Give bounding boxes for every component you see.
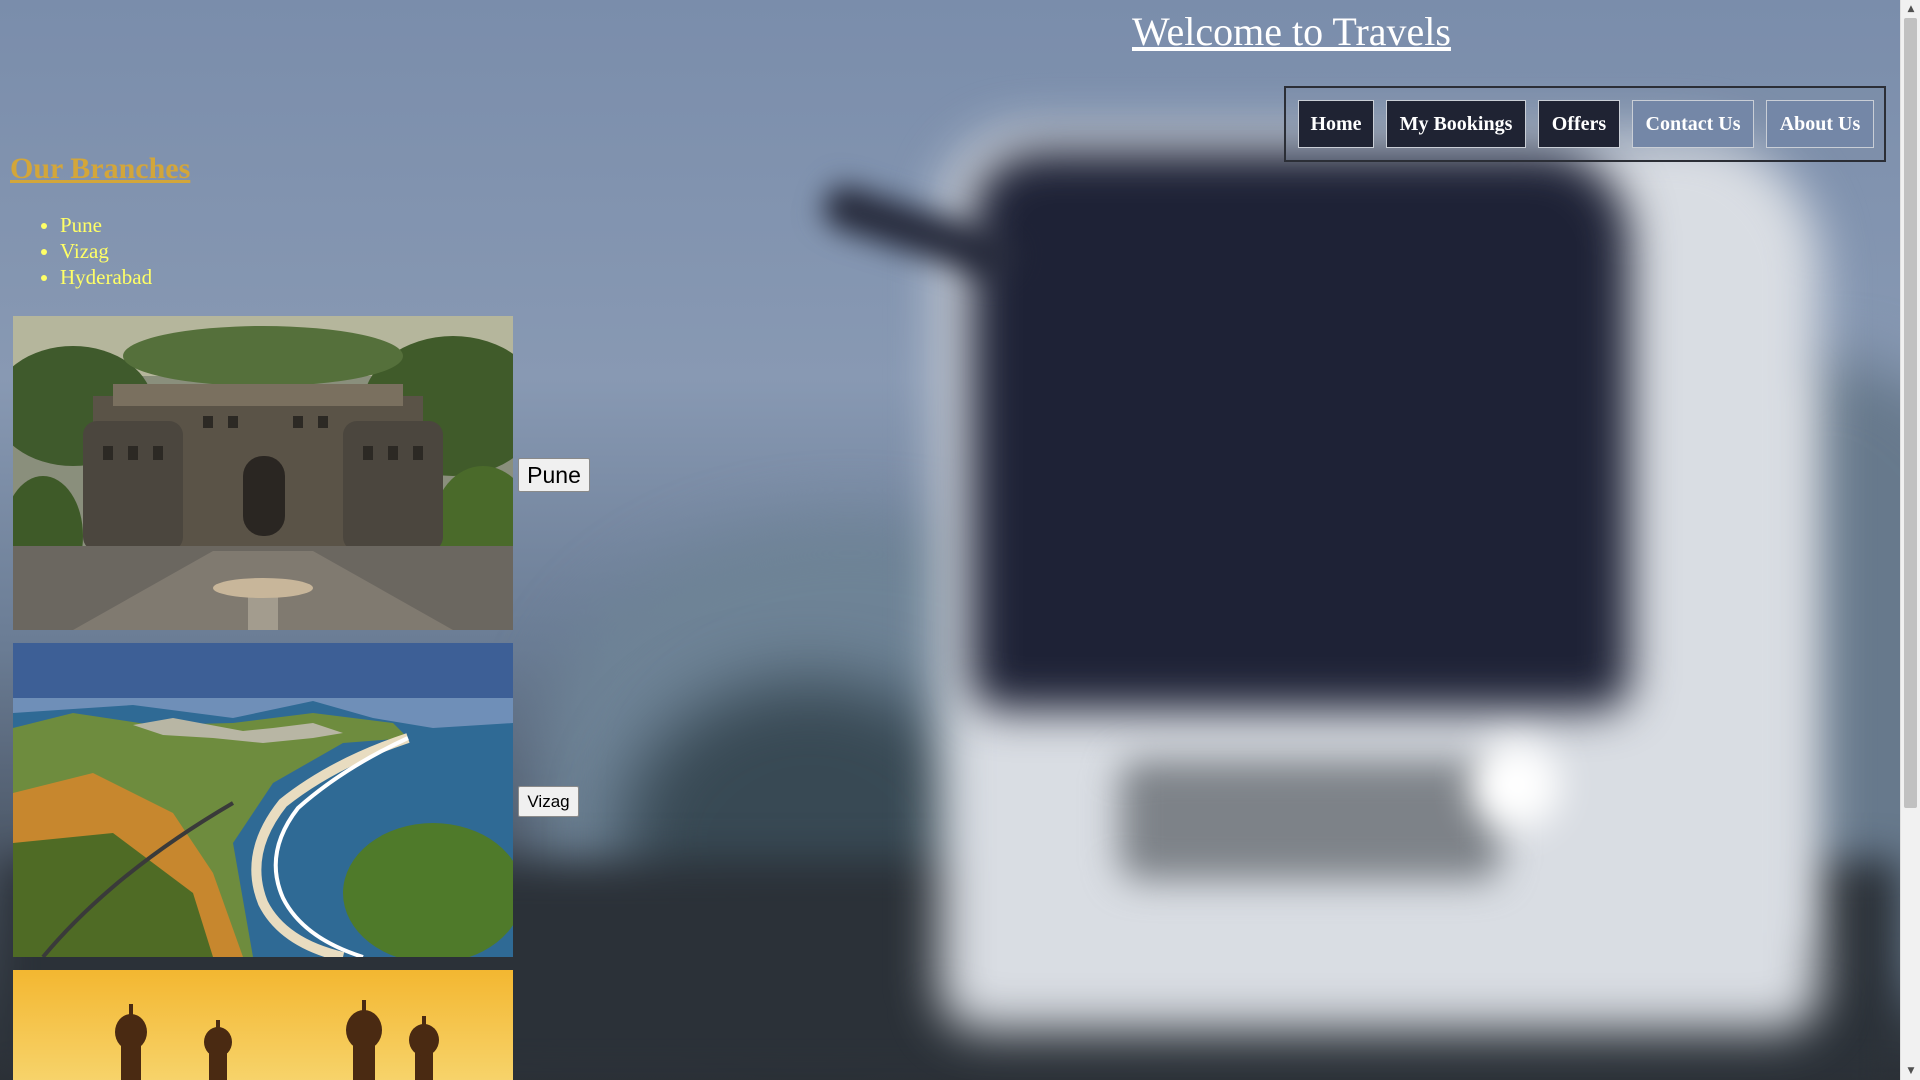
branch-item-vizag: Vizag: [60, 238, 152, 264]
nav-offers-button[interactable]: Offers: [1538, 100, 1620, 148]
branches-heading: Our Branches: [10, 152, 191, 185]
pune-photo: [13, 316, 513, 630]
branch-item-hyderabad: Hyderabad: [60, 264, 152, 290]
page-content: Welcome to Travels Home My Bookings Offe…: [0, 0, 1900, 1080]
branch-item-pune: Pune: [60, 212, 152, 238]
nav-my-bookings-button[interactable]: My Bookings: [1386, 100, 1526, 148]
vizag-button[interactable]: Vizag: [518, 786, 579, 817]
pune-button[interactable]: Pune: [518, 458, 590, 492]
nav-home-button[interactable]: Home: [1298, 100, 1374, 148]
nav-bar: Home My Bookings Offers Contact Us About…: [1284, 86, 1886, 162]
page-title: Welcome to Travels: [1132, 9, 1451, 54]
scroll-down-arrow-icon[interactable]: ▼: [1901, 1062, 1920, 1080]
vertical-scrollbar[interactable]: ▲ ▼: [1900, 0, 1920, 1080]
branches-list: Pune Vizag Hyderabad: [10, 212, 152, 290]
scrollbar-thumb[interactable]: [1904, 18, 1917, 808]
nav-about-us-button[interactable]: About Us: [1766, 100, 1874, 148]
nav-contact-us-button[interactable]: Contact Us: [1632, 100, 1754, 148]
vizag-photo: [13, 643, 513, 957]
hyderabad-photo: [13, 970, 513, 1080]
scroll-up-arrow-icon[interactable]: ▲: [1901, 0, 1920, 18]
